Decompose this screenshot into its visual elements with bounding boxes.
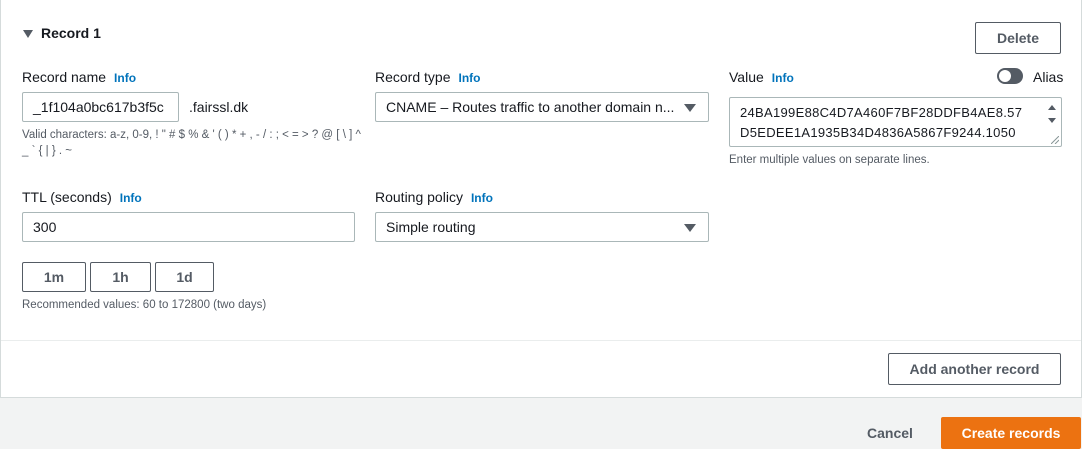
- record-title: Record 1: [41, 25, 101, 41]
- scroll-up-icon[interactable]: [1048, 105, 1056, 110]
- cancel-button[interactable]: Cancel: [867, 425, 913, 441]
- ttl-label-text: TTL (seconds): [22, 189, 112, 205]
- alias-toggle[interactable]: [997, 68, 1023, 84]
- record-type-label: Record type Info: [375, 69, 480, 85]
- ttl-1h-button[interactable]: 1h: [90, 262, 151, 292]
- record-header[interactable]: Record 1: [23, 25, 101, 41]
- dropdown-arrow-icon: [684, 224, 696, 232]
- scroll-down-icon[interactable]: [1048, 118, 1056, 123]
- record-panel: Record 1 Delete Record name Info _1f104a0…: [0, 0, 1082, 398]
- record-name-info-link[interactable]: Info: [114, 71, 136, 85]
- resize-handle-icon[interactable]: [1051, 136, 1059, 144]
- ttl-label: TTL (seconds) Info: [22, 189, 142, 205]
- record-name-suffix: .fairssl.dk: [189, 99, 249, 115]
- delete-button[interactable]: Delete: [975, 22, 1061, 54]
- record-type-info-link[interactable]: Info: [458, 71, 480, 85]
- value-line-1: 24BA199E88C4D7A460F7BF28DDFB4AE8.57: [740, 105, 1023, 120]
- value-line-2: D5EDEE1A1935B34D4836A5867F9244.1050: [740, 125, 1016, 140]
- routing-policy-select[interactable]: Simple routing: [375, 212, 709, 242]
- toggle-knob: [999, 70, 1011, 82]
- value-label-text: Value: [729, 69, 764, 85]
- value-hint: Enter multiple values on separate lines.: [729, 154, 930, 166]
- routing-policy-label: Routing policy Info: [375, 189, 493, 205]
- routing-policy-value: Simple routing: [386, 219, 476, 235]
- divider: [1, 340, 1081, 341]
- record-name-label-text: Record name: [22, 69, 107, 85]
- routing-policy-label-text: Routing policy: [375, 189, 463, 205]
- ttl-1m-button[interactable]: 1m: [22, 262, 86, 292]
- ttl-1d-button[interactable]: 1d: [155, 262, 214, 292]
- value-textarea[interactable]: 24BA199E88C4D7A460F7BF28DDFB4AE8.57 D5ED…: [729, 97, 1062, 147]
- record-type-value: CNAME – Routes traffic to another domain…: [386, 99, 675, 115]
- record-name-label: Record name Info: [22, 69, 136, 85]
- caret-down-icon[interactable]: [23, 29, 33, 38]
- alias-label: Alias: [1033, 69, 1064, 85]
- add-another-record-button[interactable]: Add another record: [888, 353, 1061, 385]
- value-label: Value Info: [729, 69, 794, 85]
- create-records-button[interactable]: Create records: [941, 417, 1081, 449]
- record-type-label-text: Record type: [375, 69, 451, 85]
- record-name-hint: Valid characters: a-z, 0-9, ! " # $ % & …: [22, 129, 361, 157]
- record-name-input[interactable]: _1f104a0bc617b3f5c: [22, 92, 179, 122]
- dropdown-arrow-icon: [684, 104, 696, 112]
- ttl-info-link[interactable]: Info: [120, 191, 142, 205]
- ttl-input[interactable]: 300: [22, 212, 355, 242]
- ttl-hint: Recommended values: 60 to 172800 (two da…: [22, 299, 267, 311]
- value-info-link[interactable]: Info: [772, 71, 794, 85]
- routing-policy-info-link[interactable]: Info: [471, 191, 493, 205]
- record-type-select[interactable]: CNAME – Routes traffic to another domain…: [375, 92, 709, 122]
